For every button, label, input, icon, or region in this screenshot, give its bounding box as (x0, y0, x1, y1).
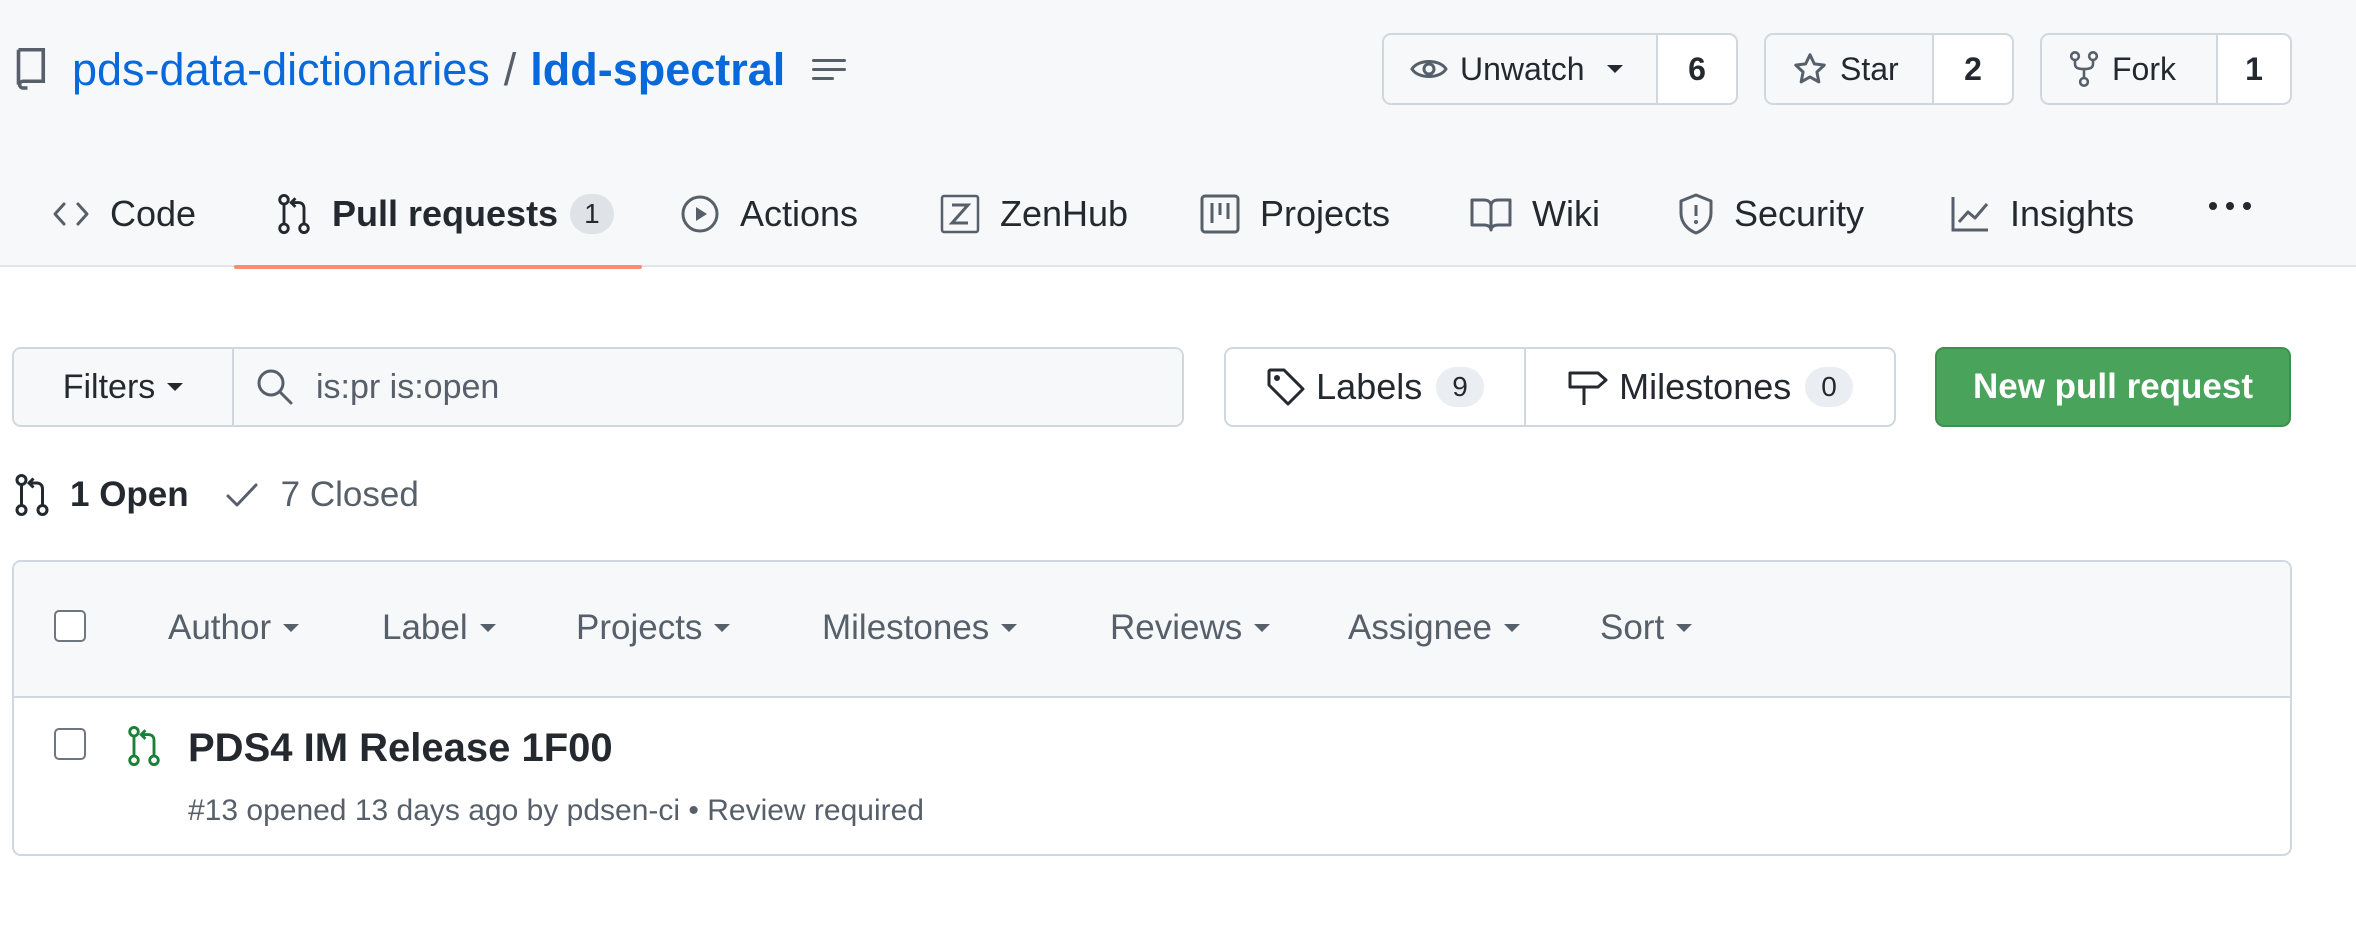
graph-icon (1951, 196, 1989, 231)
fork-icon (2069, 51, 2099, 87)
search-input[interactable]: is:pr is:open (234, 349, 1182, 425)
chevron-down-icon (1503, 624, 1520, 632)
chevron-down-icon (714, 624, 731, 632)
project-icon (1200, 194, 1240, 233)
tab-wiki[interactable]: Wiki (1470, 160, 1600, 267)
code-icon (53, 202, 89, 225)
tab-security[interactable]: Security (1678, 160, 1864, 267)
pr-select-checkbox[interactable] (54, 728, 86, 760)
book-icon (1470, 198, 1512, 231)
pr-title-link[interactable]: PDS4 IM Release 1F00 (188, 726, 613, 771)
milestones-button[interactable]: Milestones 0 (1526, 349, 1894, 425)
chevron-down-icon (1606, 65, 1623, 73)
list-header: Author Label Projects Milestones Reviews… (14, 562, 2290, 698)
star-button[interactable]: Star (1766, 35, 1932, 103)
labels-count-badge: 9 (1436, 367, 1484, 407)
pr-state-toggle: 1 Open 7 Closed (14, 470, 419, 520)
sort-dropdown[interactable]: Sort (1600, 606, 1693, 650)
fork-button-group: Fork 1 (2040, 33, 2292, 105)
closed-prs-link[interactable]: 7 Closed (225, 475, 419, 515)
select-all-checkbox[interactable] (54, 610, 86, 642)
label-filter[interactable]: Label (382, 606, 496, 650)
fork-button[interactable]: Fork (2042, 35, 2216, 103)
filters-dropdown-button[interactable]: Filters (14, 349, 234, 425)
more-tabs-button[interactable] (2200, 186, 2260, 226)
search-input-value: is:pr is:open (316, 367, 500, 406)
star-button-group: Star 2 (1764, 33, 2014, 105)
open-prs-link[interactable]: 1 Open (14, 474, 189, 516)
play-icon (681, 195, 719, 232)
unwatch-button[interactable]: Unwatch (1384, 35, 1656, 103)
chevron-down-icon (1254, 624, 1271, 632)
check-icon (226, 483, 258, 507)
new-pull-request-button[interactable]: New pull request (1935, 347, 2291, 427)
milestones-count-badge: 0 (1805, 367, 1853, 407)
filter-bar: Filters is:pr is:open (12, 347, 1184, 427)
pull-request-list: Author Label Projects Milestones Reviews… (12, 560, 2292, 856)
author-filter[interactable]: Author (168, 606, 300, 650)
repo-name-link[interactable]: ldd-spectral (530, 44, 785, 96)
pull-requests-count-badge: 1 (570, 193, 614, 234)
watch-button-group: Unwatch 6 (1382, 33, 1738, 105)
chevron-down-icon (283, 624, 300, 632)
tab-actions[interactable]: Actions (680, 160, 858, 267)
star-icon (1794, 53, 1826, 84)
projects-filter[interactable]: Projects (576, 606, 731, 650)
kebab-horizontal-icon (2209, 202, 2251, 210)
tab-pull-requests[interactable]: Pull requests 1 (234, 160, 642, 269)
eye-icon (1410, 60, 1448, 78)
repo-icon (16, 47, 46, 90)
chevron-down-icon (1001, 624, 1018, 632)
assignee-filter[interactable]: Assignee (1348, 606, 1520, 650)
chevron-down-icon (1676, 624, 1693, 632)
watchers-count[interactable]: 6 (1656, 35, 1736, 103)
labels-milestones-group: Labels 9 Milestones 0 (1224, 347, 1896, 427)
tab-insights[interactable]: Insights (1950, 160, 2134, 267)
stargazers-count[interactable]: 2 (1932, 35, 2012, 103)
git-pull-request-icon (278, 193, 310, 234)
list-icon[interactable] (799, 41, 859, 99)
tag-icon (1267, 368, 1305, 406)
git-pull-request-icon (15, 474, 49, 516)
repo-separator: / (503, 44, 517, 95)
labels-button[interactable]: Labels 9 (1226, 349, 1526, 425)
git-pull-request-open-icon (128, 726, 160, 766)
chevron-down-icon (167, 383, 184, 391)
chevron-down-icon (479, 624, 496, 632)
shield-icon (1679, 193, 1713, 234)
pr-meta: #13 opened 13 days ago by pdsen-ci • Rev… (188, 794, 924, 827)
forks-count[interactable]: 1 (2216, 35, 2290, 103)
search-icon (257, 369, 293, 405)
tab-projects[interactable]: Projects (1200, 160, 1390, 267)
reviews-filter[interactable]: Reviews (1110, 606, 1271, 650)
repo-title: pds-data-dictionaries / ldd-spectral (14, 40, 859, 100)
zenhub-icon (940, 194, 980, 233)
repo-owner-link[interactable]: pds-data-dictionaries (72, 44, 490, 96)
milestone-icon (1568, 371, 1608, 405)
tab-zenhub[interactable]: ZenHub (940, 160, 1128, 267)
tab-code[interactable]: Code (52, 160, 196, 267)
milestones-filter[interactable]: Milestones (822, 606, 1018, 650)
repo-header: pds-data-dictionaries / ldd-spectral Unw… (0, 0, 2356, 269)
